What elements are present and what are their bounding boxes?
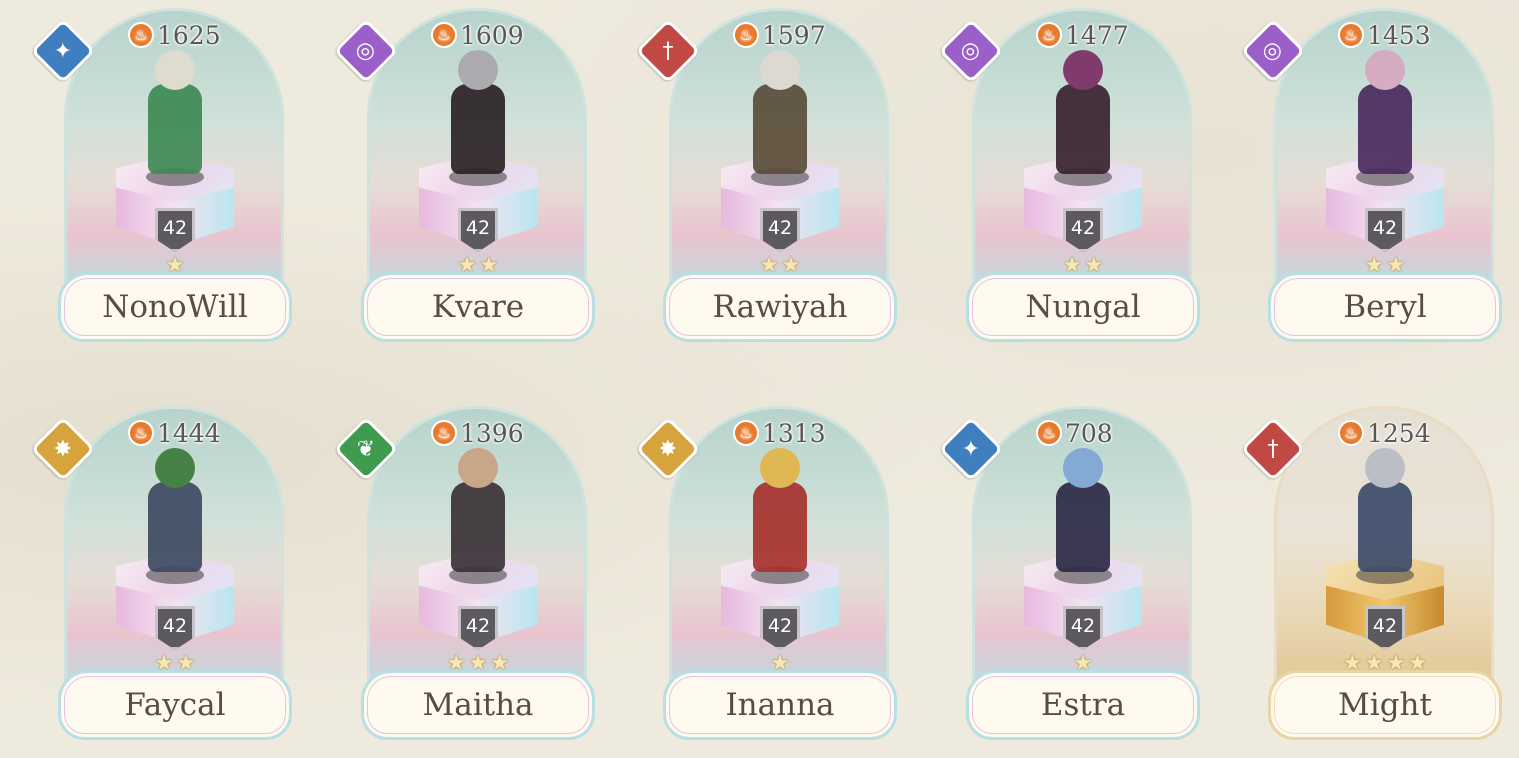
hero-name: Kvare xyxy=(361,272,595,342)
flame-icon: ♨ xyxy=(1036,22,1062,48)
combat-power: ♨ 1444 xyxy=(128,418,221,448)
combat-power: ♨ 1625 xyxy=(128,20,221,50)
flame-icon: ♨ xyxy=(431,22,457,48)
combat-power: ♨ 1597 xyxy=(733,20,826,50)
hero-name: Beryl xyxy=(1268,272,1502,342)
hero-card-faycal[interactable]: ♨ 1444 42 ★ ★ Faycal ✸ xyxy=(30,400,292,740)
hero-name: Faycal xyxy=(58,670,292,740)
hero-sprite xyxy=(745,448,815,580)
hero-sprite xyxy=(140,50,210,182)
hero-card-beryl[interactable]: ♨ 1453 42 ★ ★ Beryl ◎ xyxy=(1240,2,1502,342)
hero-sprite xyxy=(745,50,815,182)
hero-card-inanna[interactable]: ♨ 1313 42 ★ Inanna ✸ xyxy=(635,400,897,740)
hero-card-rawiyah[interactable]: ♨ 1597 42 ★ ★ Rawiyah † xyxy=(635,2,897,342)
flame-icon: ♨ xyxy=(733,420,759,446)
combat-power: ♨ 1313 xyxy=(733,418,826,448)
hero-name: Inanna xyxy=(663,670,897,740)
combat-power: ♨ 1609 xyxy=(431,20,524,50)
hero-sprite xyxy=(1048,448,1118,580)
hero-card-nungal[interactable]: ♨ 1477 42 ★ ★ Nungal ◎ xyxy=(938,2,1200,342)
flame-icon: ♨ xyxy=(733,22,759,48)
hero-name: Nungal xyxy=(966,272,1200,342)
hero-name: NonoWill xyxy=(58,272,292,342)
flame-icon: ♨ xyxy=(1036,420,1062,446)
combat-power: ♨ 1477 xyxy=(1036,20,1129,50)
hero-card-estra[interactable]: ♨ 708 42 ★ Estra ✦ xyxy=(938,400,1200,740)
combat-power: ♨ 1453 xyxy=(1338,20,1431,50)
flame-icon: ♨ xyxy=(1338,22,1364,48)
hero-roster-grid: ♨ 1625 42 ★ NonoWill ✦ ♨ 1609 42 ★ ★ Kvare … xyxy=(0,0,1519,758)
hero-card-nonowill[interactable]: ♨ 1625 42 ★ NonoWill ✦ xyxy=(30,2,292,342)
flame-icon: ♨ xyxy=(128,420,154,446)
hero-card-might[interactable]: ♨ 1254 42 ★ ★ ★ ★ Might † xyxy=(1240,400,1502,740)
hero-sprite xyxy=(1048,50,1118,182)
hero-sprite xyxy=(1350,448,1420,580)
flame-icon: ♨ xyxy=(128,22,154,48)
combat-power: ♨ 1254 xyxy=(1338,418,1431,448)
hero-card-kvare[interactable]: ♨ 1609 42 ★ ★ Kvare ◎ xyxy=(333,2,595,342)
hero-sprite xyxy=(443,448,513,580)
hero-name: Estra xyxy=(966,670,1200,740)
flame-icon: ♨ xyxy=(1338,420,1364,446)
hero-sprite xyxy=(1350,50,1420,182)
hero-sprite xyxy=(140,448,210,580)
combat-power: ♨ 708 xyxy=(1036,418,1113,448)
hero-sprite xyxy=(443,50,513,182)
hero-name: Maitha xyxy=(361,670,595,740)
flame-icon: ♨ xyxy=(431,420,457,446)
combat-power: ♨ 1396 xyxy=(431,418,524,448)
hero-name: Rawiyah xyxy=(663,272,897,342)
hero-card-maitha[interactable]: ♨ 1396 42 ★ ★ ★ Maitha ❦ xyxy=(333,400,595,740)
hero-name: Might xyxy=(1268,670,1502,740)
